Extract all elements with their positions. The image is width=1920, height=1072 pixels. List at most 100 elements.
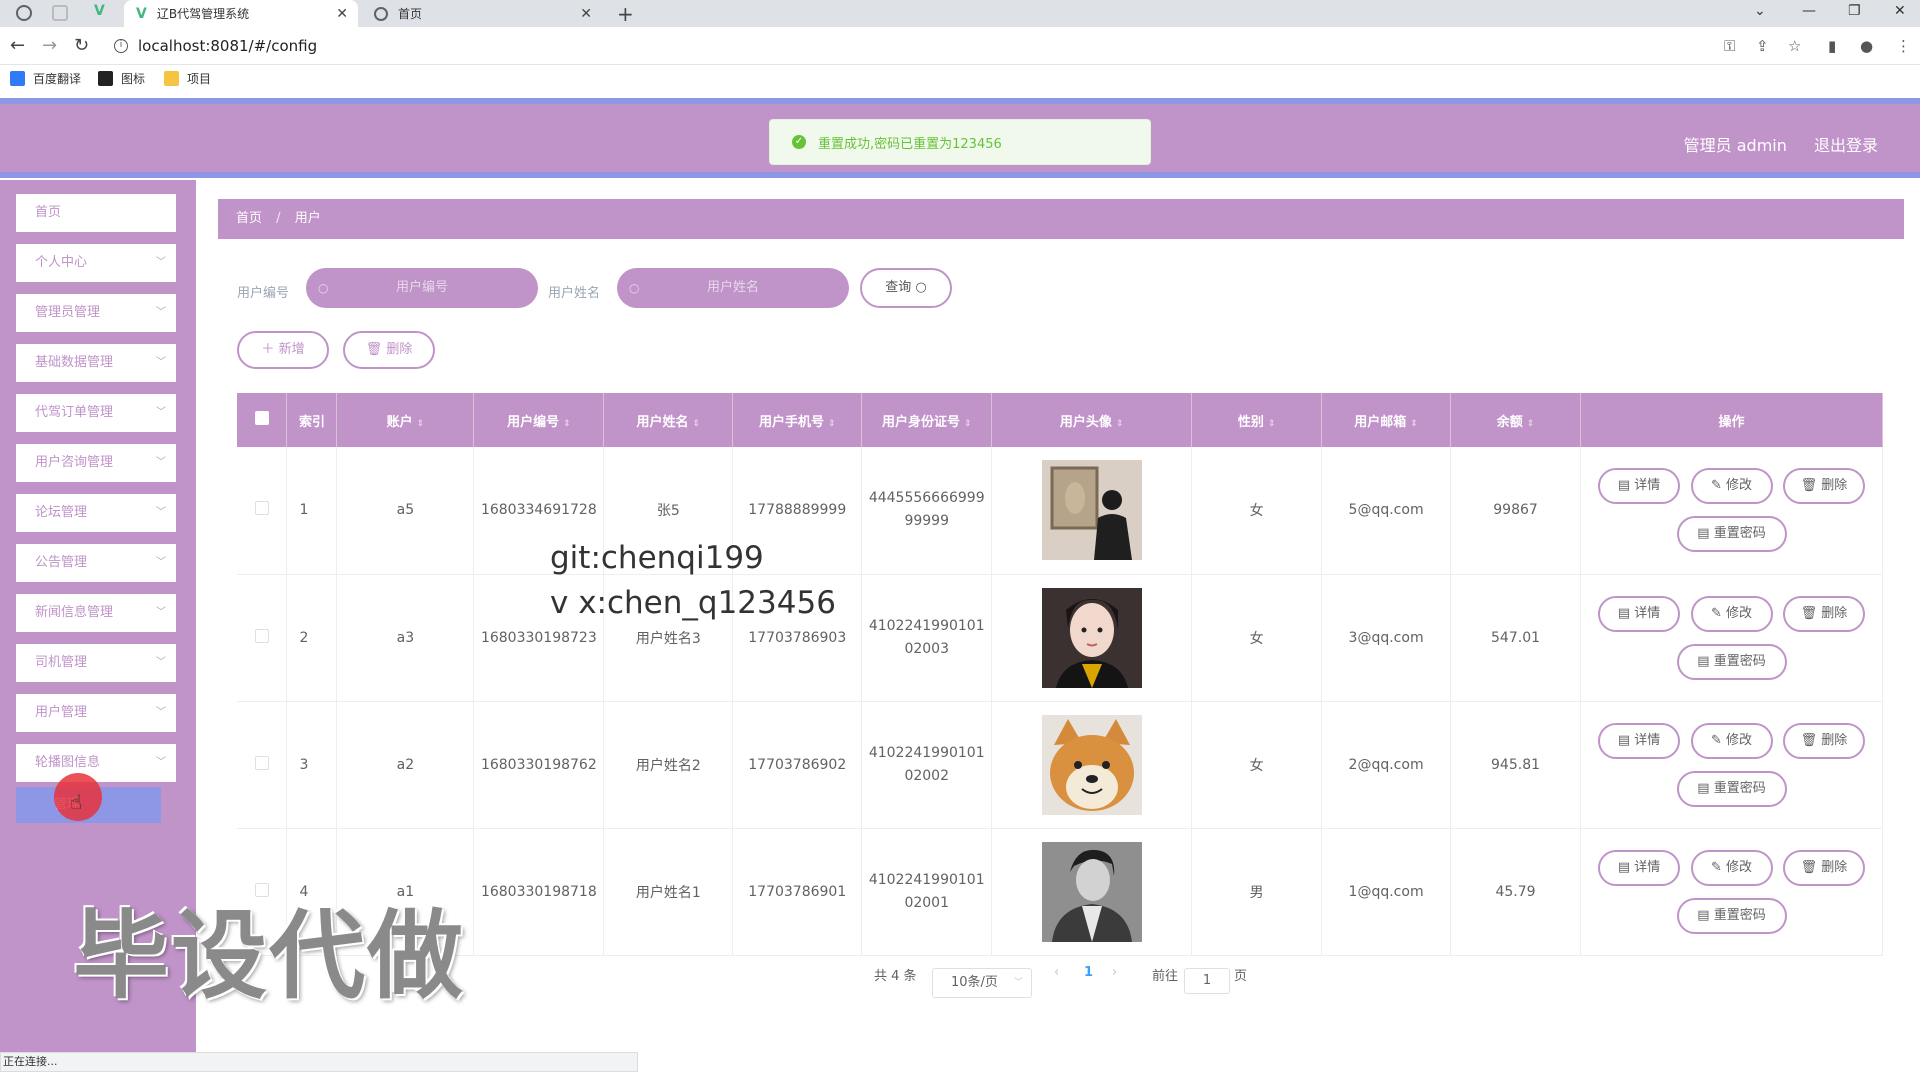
delete-button[interactable]: 🗑 删除: [1782, 722, 1865, 759]
col-phone[interactable]: 用户手机号 ⇕: [732, 393, 863, 447]
reset-password-button[interactable]: ▤ 重置密码: [1676, 643, 1787, 680]
restore-icon[interactable]: ❐: [1848, 3, 1861, 19]
sidebar-item-basic-data[interactable]: 基础数据管理 ﹀: [16, 344, 176, 382]
edit-label: 修改: [1726, 478, 1753, 494]
user-name-input[interactable]: ○ 用户姓名: [617, 268, 849, 308]
avatar-image-woman[interactable]: [1041, 587, 1142, 688]
profile-icon[interactable]: ●: [1860, 37, 1873, 55]
reset-password-button[interactable]: ▤ 重置密码: [1676, 897, 1787, 934]
query-button[interactable]: 查询 ○: [860, 268, 952, 308]
page-size-select[interactable]: 10条/页 ﹀: [932, 968, 1032, 998]
browser-tabbar: V V 辽B代驾管理系统 ✕ 首页 ✕ + ⌄ — ❐ ✕: [0, 0, 1920, 27]
share-icon[interactable]: ⇪: [1756, 37, 1769, 55]
delete-button[interactable]: 🗑 删除: [1782, 595, 1865, 632]
prev-page-icon[interactable]: ‹: [1054, 965, 1059, 980]
delete-button[interactable]: 🗑 删除: [1782, 468, 1865, 505]
reset-password-button[interactable]: ▤ 重置密码: [1676, 516, 1787, 553]
bookmark-item[interactable]: 百度翻译: [10, 70, 81, 87]
sidebar-item-carousel[interactable]: 轮播图信息 ﹀: [16, 744, 176, 782]
sort-icon[interactable]: ⇕: [1116, 419, 1124, 429]
sort-icon[interactable]: ⇕: [1410, 419, 1418, 429]
delete-button[interactable]: 🗑 删除: [1782, 849, 1865, 886]
forward-icon[interactable]: →: [42, 35, 57, 56]
sidebar-item-home[interactable]: 首页: [16, 194, 176, 232]
col-label: 用户编号: [507, 414, 560, 430]
detail-button[interactable]: ▤ 详情: [1598, 595, 1681, 632]
menu-icon[interactable]: ⋮: [1896, 37, 1911, 55]
close-window-icon[interactable]: ✕: [1894, 3, 1906, 19]
edit-button[interactable]: ✎ 修改: [1690, 849, 1773, 886]
sidebar-item-orders[interactable]: 代驾订单管理 ﹀: [16, 394, 176, 432]
sidebar-item-forum[interactable]: 论坛管理 ﹀: [16, 494, 176, 532]
goto-page-input[interactable]: 1: [1184, 968, 1230, 994]
sidebar-item-consult[interactable]: 用户咨询管理 ﹀: [16, 444, 176, 482]
close-tab-icon[interactable]: ✕: [580, 6, 592, 22]
add-button[interactable]: ＋ 新增: [237, 331, 329, 369]
back-icon[interactable]: ←: [10, 35, 25, 56]
sort-icon[interactable]: ⇕: [964, 419, 972, 429]
edit-button[interactable]: ✎ 修改: [1690, 722, 1773, 759]
detail-button[interactable]: ▤ 详情: [1598, 468, 1681, 505]
bookmark-item[interactable]: 图标: [98, 70, 145, 87]
detail-button[interactable]: ▤ 详情: [1598, 722, 1681, 759]
url-input[interactable]: localhost:8081/#/config: [138, 37, 317, 55]
edit-button[interactable]: ✎ 修改: [1690, 468, 1773, 505]
sort-icon[interactable]: ⇕: [1268, 419, 1276, 429]
key-icon[interactable]: ⚿: [1724, 37, 1735, 55]
row-checkbox[interactable]: [254, 501, 269, 516]
chevron-down-icon: ﹀: [156, 407, 166, 418]
user-no-input[interactable]: ○ 用户编号: [306, 268, 538, 308]
reload-icon[interactable]: ↻: [74, 35, 89, 56]
col-email[interactable]: 用户邮箱 ⇕: [1321, 393, 1452, 447]
col-user-no[interactable]: 用户编号 ⇕: [473, 393, 605, 447]
avatar-image-shiba[interactable]: [1041, 714, 1142, 815]
sort-icon[interactable]: ⇕: [417, 419, 425, 429]
sort-icon[interactable]: ⇕: [693, 419, 701, 429]
close-tab-icon[interactable]: ✕: [336, 6, 348, 22]
sidepanel-icon[interactable]: ▮: [1828, 37, 1836, 55]
sort-icon[interactable]: ⇕: [563, 419, 571, 429]
select-all-checkbox[interactable]: [254, 411, 269, 425]
avatar-image-person-back[interactable]: [1041, 460, 1142, 561]
globe-icon[interactable]: [16, 5, 32, 21]
col-idcard[interactable]: 用户身份证号 ⇕: [861, 393, 993, 447]
batch-delete-button[interactable]: 🗑 删除: [343, 331, 435, 369]
col-balance[interactable]: 余额 ⇕: [1450, 393, 1581, 447]
sidebar-item-notice[interactable]: 公告管理 ﹀: [16, 544, 176, 582]
sidebar-item-news[interactable]: 新闻信息管理 ﹀: [16, 594, 176, 632]
tab-home[interactable]: 首页 ✕: [362, 0, 602, 27]
sort-icon[interactable]: ⇕: [1527, 419, 1535, 429]
blank-tab-icon[interactable]: [52, 5, 68, 21]
new-tab-button[interactable]: +: [617, 2, 634, 26]
row-checkbox[interactable]: [254, 755, 269, 770]
detail-button[interactable]: ▤ 详情: [1598, 849, 1681, 886]
chevron-down-icon: ﹀: [1013, 978, 1023, 988]
sidebar-item-driver[interactable]: 司机管理 ﹀: [16, 644, 176, 682]
sidebar-item-admin[interactable]: 管理员管理 ﹀: [16, 294, 176, 332]
sidebar-item-user[interactable]: 用户管理 ﹀: [16, 694, 176, 732]
tab-search-icon[interactable]: ⌄: [1754, 3, 1766, 19]
vue-tab-icon[interactable]: V: [94, 3, 105, 19]
minimize-icon[interactable]: —: [1802, 3, 1816, 19]
col-name[interactable]: 用户姓名 ⇕: [603, 393, 734, 447]
row-checkbox[interactable]: [254, 628, 269, 643]
col-account[interactable]: 账户 ⇕: [336, 393, 475, 447]
avatar-image-man[interactable]: [1041, 841, 1142, 942]
bookmark-item[interactable]: 项目: [164, 70, 211, 87]
col-avatar[interactable]: 用户头像 ⇕: [991, 393, 1193, 447]
breadcrumb-home[interactable]: 首页: [236, 211, 262, 226]
cell-phone: 17703786902: [732, 701, 863, 829]
page-number[interactable]: 1: [1084, 965, 1093, 980]
next-page-icon[interactable]: ›: [1112, 965, 1117, 980]
reset-password-button[interactable]: ▤ 重置密码: [1676, 770, 1787, 807]
star-icon[interactable]: ☆: [1788, 37, 1801, 55]
sort-icon[interactable]: ⇕: [828, 419, 836, 429]
sidebar-item-profile[interactable]: 个人中心 ﹀: [16, 244, 176, 282]
sidebar-item-label: 司机管理: [35, 655, 88, 670]
tab-active[interactable]: V 辽B代驾管理系统 ✕: [124, 0, 358, 27]
col-gender[interactable]: 性别 ⇕: [1191, 393, 1323, 447]
edit-button[interactable]: ✎ 修改: [1690, 595, 1773, 632]
doc-icon: ▤: [1697, 653, 1714, 669]
logout-button[interactable]: 退出登录: [1814, 136, 1878, 155]
site-info-icon[interactable]: i: [114, 39, 128, 53]
